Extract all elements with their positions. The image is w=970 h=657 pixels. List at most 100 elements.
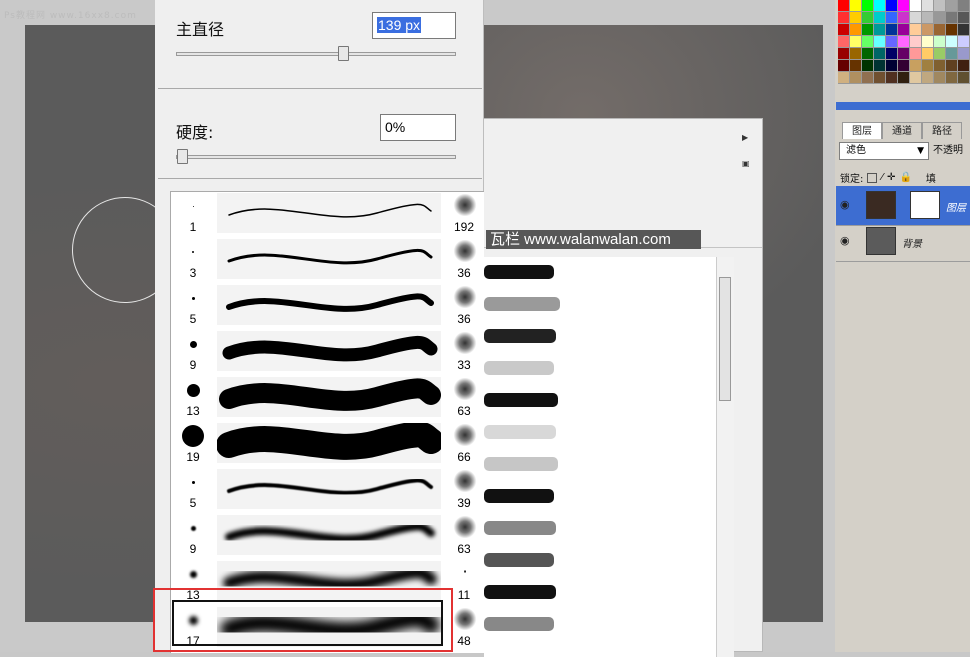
- color-swatch[interactable]: [934, 24, 946, 36]
- texture-stroke[interactable]: [484, 585, 556, 599]
- layer-row[interactable]: ◉ 图层: [836, 186, 970, 226]
- brush-preset-row[interactable]: 9 33: [171, 328, 484, 374]
- color-swatch[interactable]: [862, 60, 874, 72]
- color-swatch[interactable]: [958, 24, 970, 36]
- color-swatch[interactable]: [910, 0, 922, 12]
- panel-expand-icon[interactable]: ▣: [742, 159, 750, 168]
- color-swatch[interactable]: [922, 12, 934, 24]
- eye-icon[interactable]: ◉: [840, 198, 850, 211]
- color-swatch[interactable]: [958, 0, 970, 12]
- diameter-input[interactable]: 139 px: [372, 12, 456, 39]
- color-swatch[interactable]: [934, 48, 946, 60]
- brush-preset-row[interactable]: 1 192: [171, 192, 484, 236]
- color-swatch[interactable]: [898, 60, 910, 72]
- scrollbar-thumb[interactable]: [719, 277, 731, 401]
- tab-layers[interactable]: 图层: [842, 122, 882, 139]
- brush-preset-row[interactable]: 13 63: [171, 374, 484, 420]
- eye-icon[interactable]: ◉: [840, 234, 850, 247]
- color-swatch[interactable]: [874, 60, 886, 72]
- color-swatch[interactable]: [934, 0, 946, 12]
- color-swatch[interactable]: [910, 12, 922, 24]
- color-swatch[interactable]: [934, 72, 946, 84]
- color-swatch[interactable]: [958, 12, 970, 24]
- texture-stroke[interactable]: [484, 617, 554, 631]
- texture-stroke[interactable]: [484, 553, 554, 567]
- texture-stroke[interactable]: [484, 265, 554, 279]
- color-swatch[interactable]: [946, 0, 958, 12]
- layer-row[interactable]: ◉ 背景: [836, 222, 970, 262]
- color-swatch[interactable]: [910, 48, 922, 60]
- color-swatch[interactable]: [850, 48, 862, 60]
- color-swatch[interactable]: [838, 36, 850, 48]
- color-swatch[interactable]: [922, 72, 934, 84]
- color-swatch-grid[interactable]: [838, 0, 970, 86]
- lock-all-icon[interactable]: 🔒: [899, 172, 911, 183]
- color-swatch[interactable]: [850, 60, 862, 72]
- color-swatch[interactable]: [910, 72, 922, 84]
- color-swatch[interactable]: [862, 0, 874, 12]
- texture-stroke[interactable]: [484, 329, 556, 343]
- color-swatch[interactable]: [886, 72, 898, 84]
- lock-transparency-icon[interactable]: [867, 172, 878, 183]
- color-swatch[interactable]: [958, 72, 970, 84]
- color-swatch[interactable]: [886, 60, 898, 72]
- color-swatch[interactable]: [862, 12, 874, 24]
- texture-stroke[interactable]: [484, 521, 556, 535]
- lock-position-icon[interactable]: ✛: [887, 172, 895, 183]
- color-swatch[interactable]: [874, 0, 886, 12]
- brush-preset-row[interactable]: 9 63: [171, 512, 484, 558]
- color-swatch[interactable]: [946, 12, 958, 24]
- color-swatch[interactable]: [934, 12, 946, 24]
- color-swatch[interactable]: [922, 60, 934, 72]
- color-swatch[interactable]: [934, 36, 946, 48]
- color-swatch[interactable]: [850, 24, 862, 36]
- hardness-slider-track[interactable]: [176, 149, 456, 164]
- color-swatch[interactable]: [838, 0, 850, 12]
- color-swatch[interactable]: [910, 24, 922, 36]
- color-swatch[interactable]: [886, 36, 898, 48]
- color-swatch[interactable]: [838, 72, 850, 84]
- color-swatch[interactable]: [850, 12, 862, 24]
- color-swatch[interactable]: [946, 36, 958, 48]
- tab-channels[interactable]: 通道: [882, 122, 922, 139]
- color-swatch[interactable]: [838, 60, 850, 72]
- brush-preset-row[interactable]: 19 66: [171, 420, 484, 466]
- color-swatch[interactable]: [886, 24, 898, 36]
- texture-stroke[interactable]: [484, 361, 554, 375]
- color-swatch[interactable]: [922, 36, 934, 48]
- color-swatch[interactable]: [862, 48, 874, 60]
- color-swatch[interactable]: [862, 72, 874, 84]
- blend-mode-select[interactable]: 滤色 ▼: [839, 142, 929, 160]
- brush-preset-row[interactable]: 5 39: [171, 466, 484, 512]
- color-swatch[interactable]: [886, 48, 898, 60]
- texture-stroke[interactable]: [484, 457, 558, 471]
- color-swatch[interactable]: [958, 48, 970, 60]
- color-swatch[interactable]: [898, 12, 910, 24]
- brush-list-scrollbar[interactable]: [716, 257, 734, 657]
- color-swatch[interactable]: [838, 48, 850, 60]
- hardness-slider-thumb[interactable]: [177, 149, 188, 164]
- diameter-slider-thumb[interactable]: [337, 46, 349, 61]
- color-swatch[interactable]: [886, 0, 898, 12]
- color-swatch[interactable]: [910, 36, 922, 48]
- color-swatch[interactable]: [850, 0, 862, 12]
- color-swatch[interactable]: [922, 24, 934, 36]
- color-swatch[interactable]: [838, 12, 850, 24]
- color-swatch[interactable]: [946, 60, 958, 72]
- color-swatch[interactable]: [874, 36, 886, 48]
- color-swatch[interactable]: [946, 72, 958, 84]
- diameter-slider-track[interactable]: [176, 46, 456, 61]
- color-swatch[interactable]: [850, 36, 862, 48]
- tab-paths[interactable]: 路径: [922, 122, 962, 139]
- color-swatch[interactable]: [862, 24, 874, 36]
- color-swatch[interactable]: [838, 24, 850, 36]
- color-swatch[interactable]: [874, 72, 886, 84]
- color-swatch[interactable]: [922, 0, 934, 12]
- brush-preset-row[interactable]: 3 36: [171, 236, 484, 282]
- color-swatch[interactable]: [886, 12, 898, 24]
- color-swatch[interactable]: [874, 12, 886, 24]
- color-swatch[interactable]: [958, 60, 970, 72]
- color-swatch[interactable]: [898, 36, 910, 48]
- color-swatch[interactable]: [850, 72, 862, 84]
- brush-preset-row[interactable]: 5 36: [171, 282, 484, 328]
